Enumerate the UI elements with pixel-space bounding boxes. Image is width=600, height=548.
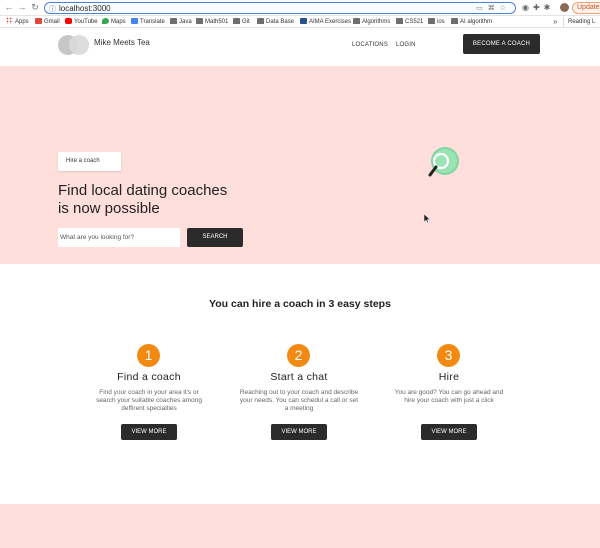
folder-icon: [196, 18, 203, 24]
browser-toolbar: ← → ↻ ⓘ localhost:3000 ▭⌘☆ ◉✚✱ Update: [0, 0, 600, 16]
bookmark-gmail[interactable]: Gmail: [35, 17, 60, 27]
folder-icon: [170, 18, 177, 24]
brand-name[interactable]: Mike Meets Tea: [94, 38, 150, 47]
step-number-badge: 3: [437, 344, 460, 367]
folder-icon: [396, 18, 403, 24]
translate-icon: [131, 18, 138, 24]
address-bar[interactable]: ⓘ localhost:3000 ▭⌘☆: [44, 2, 516, 14]
bookmark-cs521[interactable]: CS521: [396, 17, 423, 27]
update-button[interactable]: Update: [572, 2, 600, 14]
step-description: Reaching out to your coach and describe …: [239, 389, 359, 412]
profile-avatar[interactable]: [560, 3, 569, 12]
step-description: You are good? You can go ahead and hire …: [394, 389, 504, 404]
mouse-pointer-icon: [424, 214, 431, 224]
reload-icon[interactable]: ↻: [30, 2, 40, 13]
step-title: Start a chat: [270, 371, 328, 383]
url-text: localhost:3000: [59, 4, 111, 13]
bookmark-algorithms[interactable]: Algorithms: [353, 17, 390, 27]
step-title: Hire: [438, 371, 460, 383]
folder-icon: [451, 18, 458, 24]
folder-icon: [233, 18, 240, 24]
view-more-button[interactable]: VIEW MORE: [271, 424, 327, 440]
step-number-badge: 1: [137, 344, 160, 367]
logo-circle-right: [69, 35, 89, 55]
become-coach-button[interactable]: BECOME A COACH: [463, 34, 540, 54]
forward-icon[interactable]: →: [17, 2, 27, 12]
bookmark-math501[interactable]: Math501: [196, 17, 228, 27]
info-icon[interactable]: ⓘ: [49, 4, 56, 14]
hire-coach-chip: Hire a coach: [58, 152, 121, 171]
bookmark-translate[interactable]: Translate: [131, 17, 165, 27]
hero-title-line1: Find local dating coaches: [58, 182, 228, 199]
site-header: Mike Meets Tea LOCATIONS LOGIN BECOME A …: [0, 29, 600, 66]
step-description: Find your coach in your area it's or sea…: [96, 389, 202, 412]
extension-icons[interactable]: ◉✚✱: [522, 3, 554, 12]
view-more-button[interactable]: VIEW MORE: [121, 424, 177, 440]
footer-band: [0, 504, 600, 548]
address-bar-action-icons[interactable]: ▭⌘☆: [476, 3, 511, 14]
bookmark-database[interactable]: Data Base: [257, 17, 294, 27]
hero-section: Hire a coach Find local dating coaches i…: [0, 66, 600, 264]
youtube-icon: [65, 18, 72, 24]
search-input[interactable]: [58, 228, 180, 247]
step-number-badge: 2: [287, 344, 310, 367]
logo[interactable]: [58, 35, 90, 55]
bookmark-maps[interactable]: Maps: [102, 17, 126, 27]
gmail-icon: [35, 18, 42, 24]
folder-icon: [428, 18, 435, 24]
bookmark-aima[interactable]: AIMA Exercises: [300, 17, 351, 27]
view-more-button[interactable]: VIEW MORE: [421, 424, 477, 440]
bookmark-youtube[interactable]: YouTube: [65, 17, 98, 27]
hero-title: Find local dating coaches is now possibl…: [58, 182, 258, 218]
more-bookmarks-icon[interactable]: »: [553, 16, 557, 27]
step-title: Find a coach: [117, 371, 181, 383]
hero-title-line2: is now possible: [58, 200, 160, 217]
bookmark-git[interactable]: Git: [233, 17, 250, 27]
back-icon[interactable]: ←: [4, 2, 14, 12]
folder-icon: [257, 18, 264, 24]
magnifier-illustration-icon: [428, 147, 459, 177]
steps-title: You can hire a coach in 3 easy steps: [209, 298, 391, 310]
bookmark-ios[interactable]: ios: [428, 17, 445, 27]
nav-login[interactable]: LOGIN: [396, 42, 416, 48]
apps-icon: [6, 17, 13, 24]
bookmark-java[interactable]: Java: [170, 17, 192, 27]
reading-list[interactable]: Reading L: [563, 17, 595, 27]
bookmark-apps[interactable]: Apps: [6, 17, 29, 27]
search-button[interactable]: SEARCH: [187, 228, 243, 247]
nav-locations[interactable]: LOCATIONS: [352, 42, 388, 48]
bookmarks-bar: Apps Gmail YouTube Maps Translate Java M…: [0, 16, 600, 28]
maps-icon: [102, 18, 109, 24]
bookmark-ai-algorithm[interactable]: AI algorithm: [451, 17, 492, 27]
aima-icon: [300, 18, 307, 24]
folder-icon: [353, 18, 360, 24]
